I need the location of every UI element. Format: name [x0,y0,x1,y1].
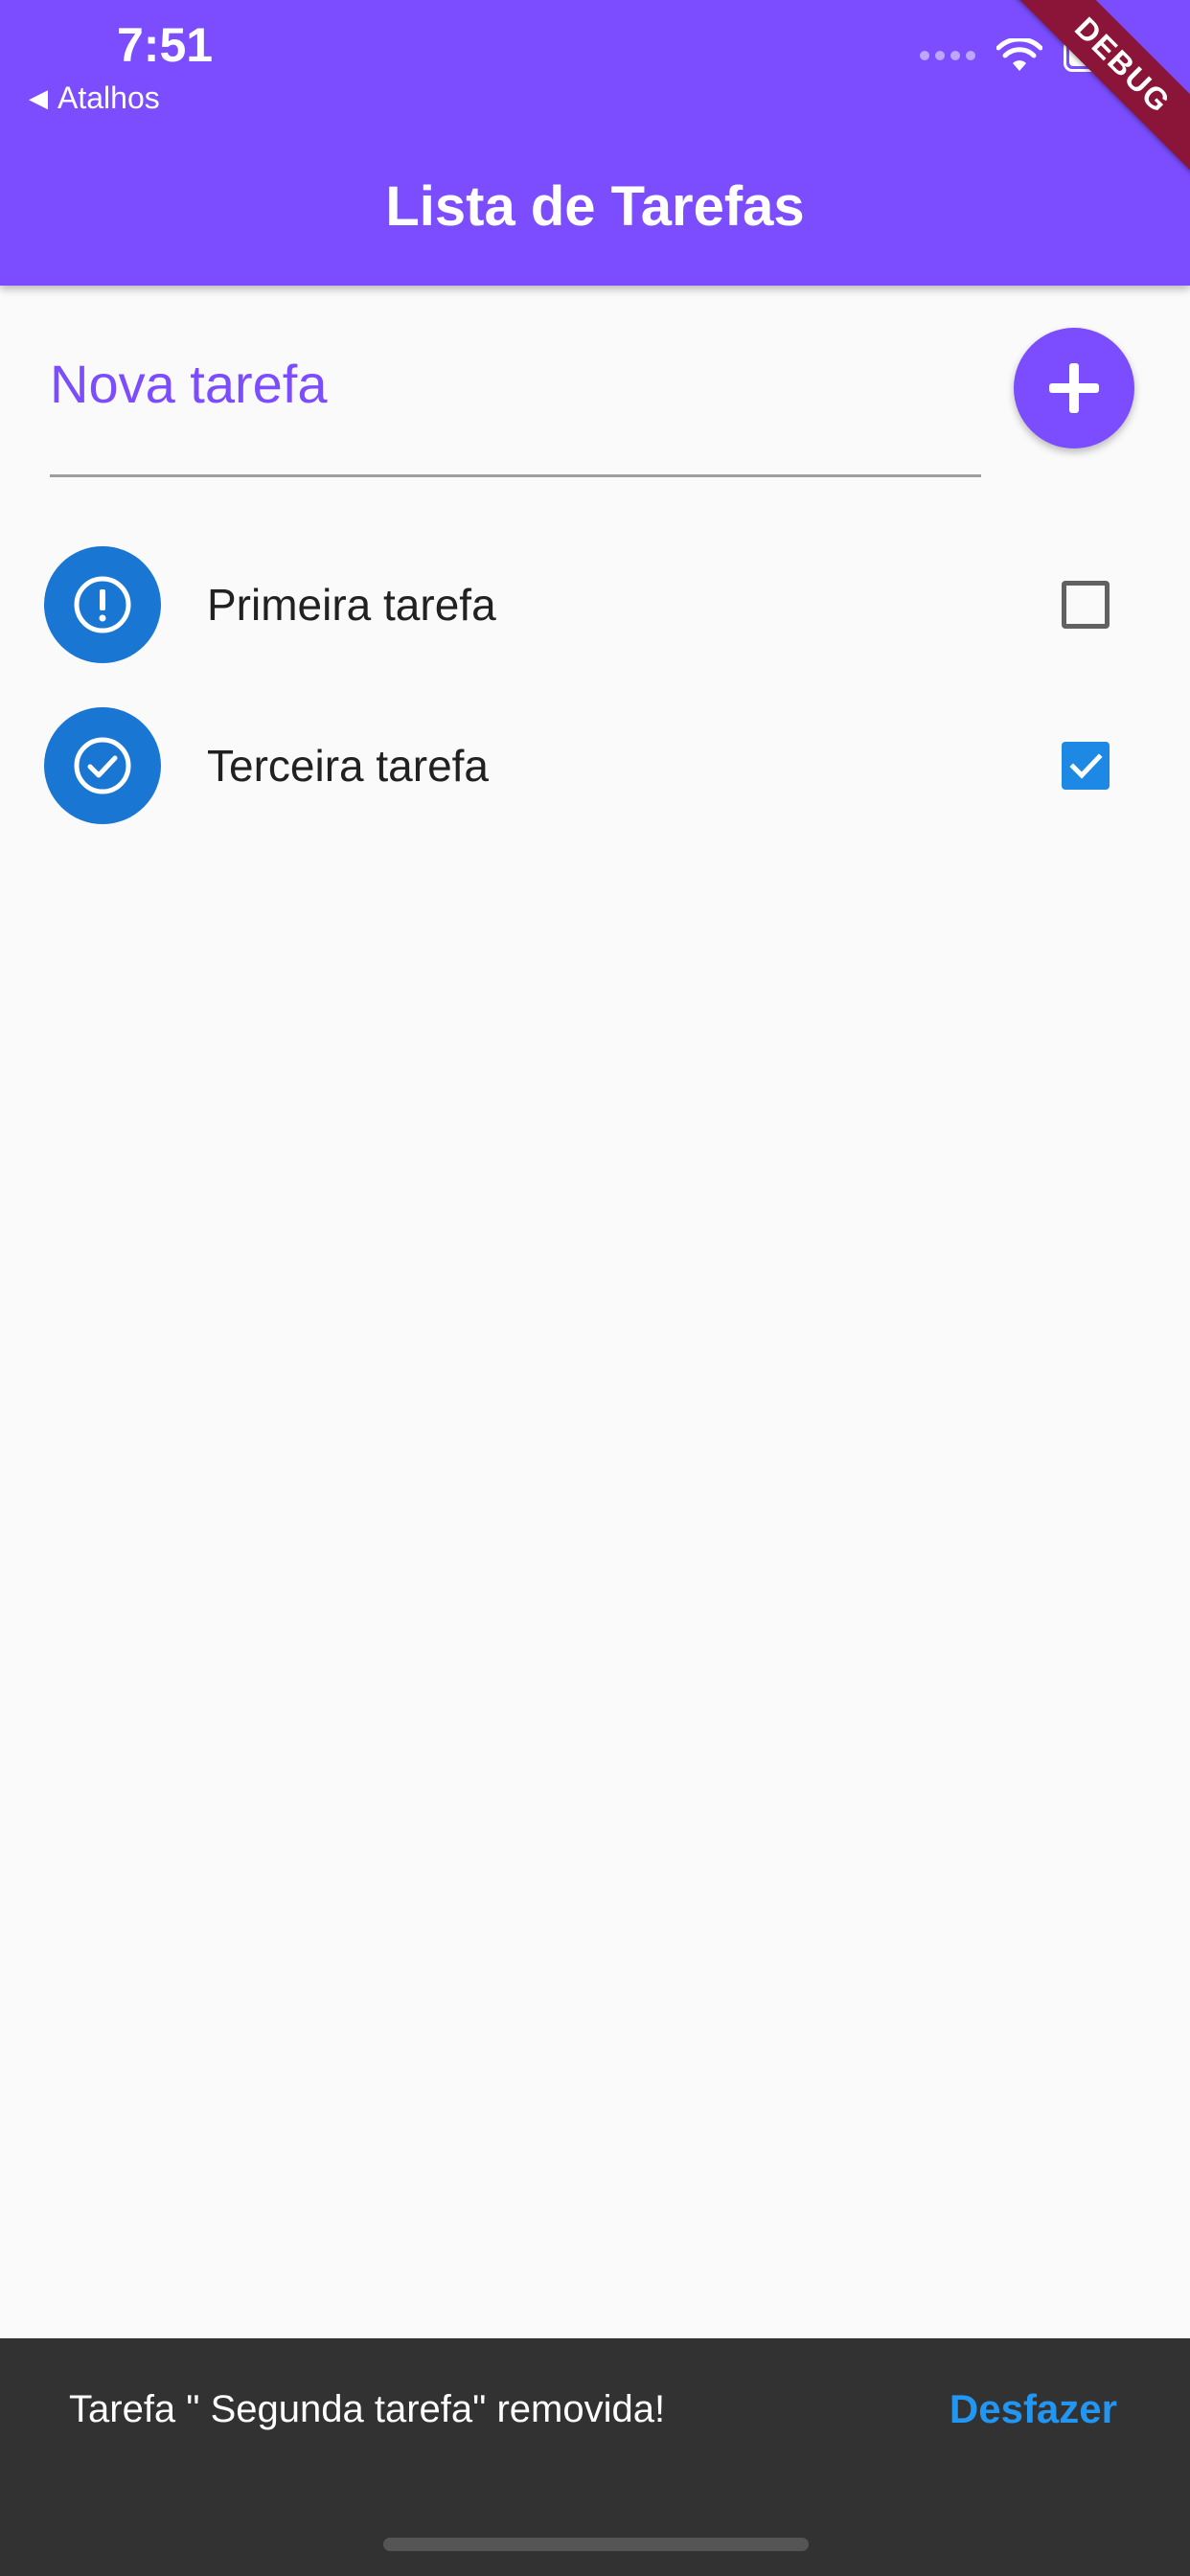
page-title: Lista de Tarefas [385,175,805,238]
task-checkbox[interactable] [1062,581,1110,629]
home-indicator[interactable] [383,2538,809,2551]
check-circle-icon [74,737,131,794]
new-task-field-wrapper [50,335,981,477]
back-triangle-icon: ◀ [29,83,48,112]
app-bar: 7:51 ◀ Atalhos Lista de Tarefas DEBUG [0,0,1190,286]
plus-icon [1049,363,1099,413]
undo-button[interactable]: Desfazer [950,2386,1117,2432]
cellular-signal-icon [920,51,975,60]
task-label: Primeira tarefa [207,580,496,630]
task-status-avatar [44,546,161,663]
wifi-icon [996,38,1042,71]
snackbar-message: Tarefa " Segunda tarefa" removida! [69,2388,666,2430]
status-back-link[interactable]: ◀ Atalhos [29,80,160,116]
add-task-button[interactable] [1014,328,1134,448]
list-item[interactable]: Primeira tarefa [0,523,1190,684]
task-label: Terceira tarefa [207,741,490,791]
task-status-avatar [44,707,161,824]
new-task-input[interactable] [50,335,981,431]
task-checkbox[interactable] [1062,742,1110,790]
status-time: 7:51 [117,18,214,72]
exclamation-circle-icon [74,576,131,633]
list-item[interactable]: Terceira tarefa [0,684,1190,845]
checkmark-icon [1069,753,1103,779]
status-back-label: Atalhos [57,80,160,115]
